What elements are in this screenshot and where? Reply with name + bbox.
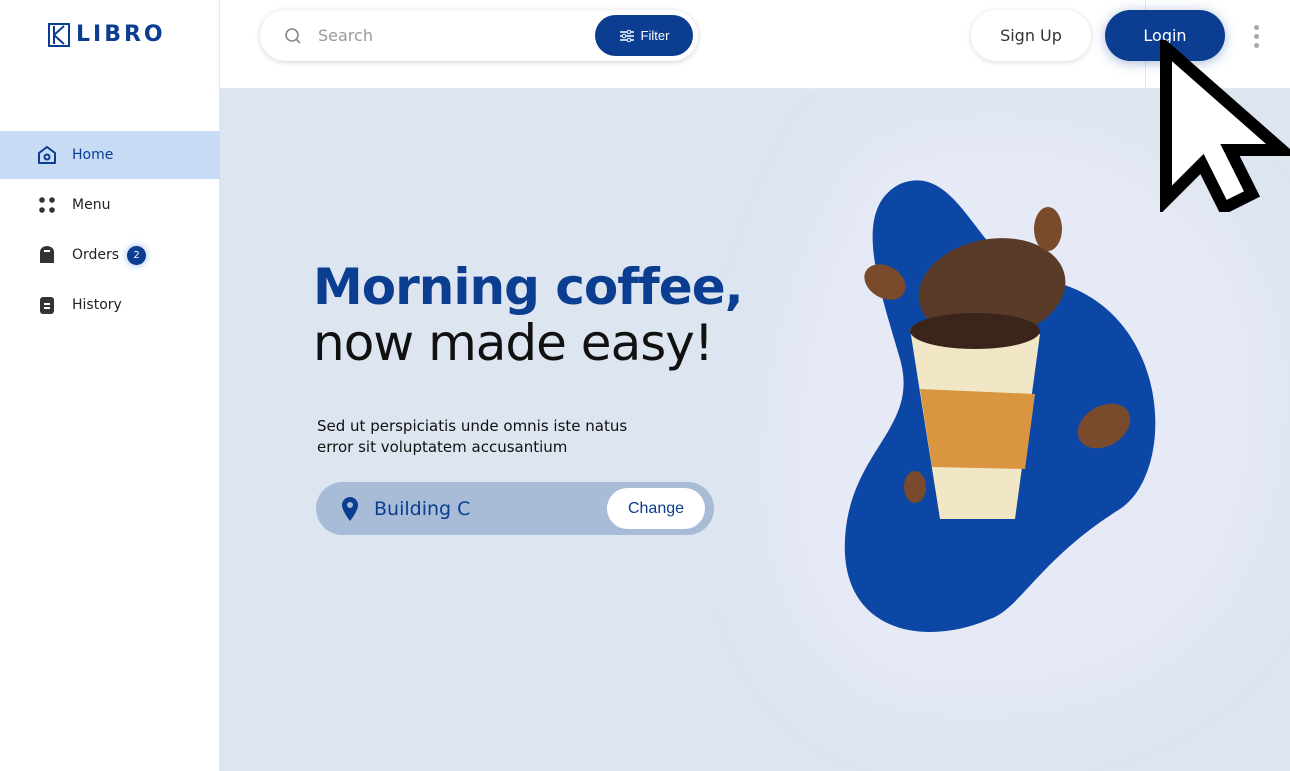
sidebar-item-label: Menu bbox=[72, 197, 111, 213]
brand-name: LIBRO bbox=[76, 22, 166, 47]
sign-up-label: Sign Up bbox=[1000, 26, 1062, 45]
change-location-button[interactable]: Change bbox=[607, 488, 705, 529]
search-input[interactable] bbox=[318, 26, 578, 45]
sidebar-nav: Home Menu Orders 2 History bbox=[0, 131, 230, 331]
grid-dots-icon bbox=[39, 197, 55, 213]
sidebar-item-label: Orders bbox=[72, 247, 120, 263]
home-icon bbox=[38, 146, 56, 164]
sidebar-item-label: Home bbox=[72, 147, 114, 163]
sidebar-item-home[interactable]: Home bbox=[0, 131, 230, 179]
sidebar-item-orders[interactable]: Orders 2 bbox=[0, 231, 230, 279]
location-selector: Building C Change bbox=[316, 482, 714, 535]
location-name: Building C bbox=[374, 497, 471, 520]
orders-count-badge: 2 bbox=[127, 245, 147, 265]
filter-label: Filter bbox=[640, 28, 670, 43]
hero-description: Sed ut perspiciatis unde omnis iste natu… bbox=[317, 417, 628, 456]
mouse-cursor-icon bbox=[1160, 40, 1290, 212]
logo[interactable]: LIBRO bbox=[48, 22, 166, 47]
sidebar-item-menu[interactable]: Menu bbox=[0, 181, 230, 229]
sidebar-item-history[interactable]: History bbox=[0, 281, 230, 329]
libro-logo-icon bbox=[48, 22, 70, 47]
location-pin-icon bbox=[342, 496, 358, 521]
sign-up-button[interactable]: Sign Up bbox=[971, 10, 1091, 61]
sliders-icon bbox=[619, 29, 634, 42]
search-bar: Filter bbox=[260, 10, 698, 61]
receipt-icon bbox=[40, 297, 54, 314]
hero-title-line2: now made easy! bbox=[313, 314, 714, 372]
search-icon bbox=[285, 27, 301, 44]
sidebar-item-label: History bbox=[72, 297, 122, 313]
hero-title-line1: Morning coffee, bbox=[313, 258, 744, 316]
sidebar: LIBRO Home Menu Orders 2 History bbox=[0, 0, 230, 771]
filter-button[interactable]: Filter bbox=[595, 15, 693, 56]
bag-icon bbox=[40, 246, 54, 263]
